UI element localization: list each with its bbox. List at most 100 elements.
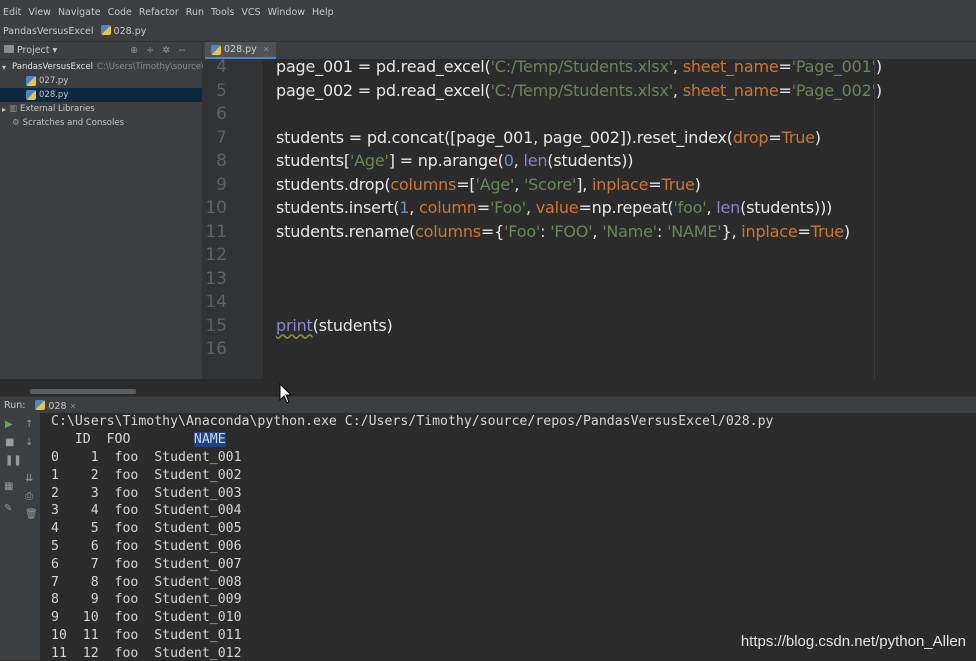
console-row: 1 2 foo Student_002 — [51, 467, 242, 483]
line-number: 9 — [216, 174, 227, 195]
code-token: 'Page_001' — [791, 57, 876, 76]
code-token: 'foo' — [673, 198, 707, 217]
tree-root-path: C:\Users\Timothy\source\ — [97, 62, 204, 72]
minimize-icon[interactable]: − — [178, 45, 194, 56]
arrow-up-icon[interactable]: ↑ — [25, 419, 33, 430]
run-config-tab[interactable]: 028 ✕ — [35, 399, 77, 412]
chevron-down-icon: ▾ — [2, 62, 7, 72]
tree-file-028[interactable]: 028.py — [0, 88, 202, 102]
library-icon: ▥ — [9, 104, 18, 114]
line-number: 11 — [205, 221, 227, 242]
nav-file-label: 028.py — [113, 26, 147, 37]
line-number-gutter: 4 5 6 7 8 9 10 11 12 13 14 15 16 — [203, 57, 263, 379]
menu-edit[interactable]: Edit — [0, 7, 24, 18]
code-line: page_002 = pd.read_excel('C:/Temp/Studen… — [276, 81, 882, 100]
code-token: , — [672, 57, 683, 76]
line-number: 7 — [216, 127, 227, 148]
tree-scratches[interactable]: ⚙ Scratches and Consoles — [0, 116, 202, 130]
code-token: =np.repeat( — [578, 198, 674, 217]
menu-tools[interactable]: Tools — [208, 7, 237, 18]
code-token: 'FOO' — [550, 221, 593, 241]
menu-vcs[interactable]: VCS — [238, 7, 263, 18]
line-number: 6 — [216, 104, 227, 124]
code-token: columns — [415, 221, 481, 241]
code-token: page_001 = pd.read_excel( — [276, 57, 491, 76]
python-file-icon — [35, 399, 46, 410]
menu-help[interactable]: Help — [309, 7, 337, 18]
code-token: , — [514, 174, 524, 194]
code-token: students.rename( — [276, 221, 416, 241]
code-line: students.drop(columns=['Age', 'Score'], … — [276, 175, 701, 194]
target-icon[interactable]: ⊕ — [130, 45, 146, 56]
code-token: print — [276, 315, 313, 335]
tree-external-libraries[interactable]: ▸ ▥ External Libraries — [0, 102, 202, 116]
project-panel: Project ▾ ⊕÷✲− ▾ PandasVersusExcel C:\Us… — [0, 42, 204, 396]
play-icon[interactable]: ▶ — [5, 419, 13, 430]
code-token: students = pd.concat([page_001, page_002… — [276, 127, 733, 147]
code-token: ] = np.arange( — [388, 151, 504, 170]
python-file-icon — [26, 76, 36, 86]
console-header-columns: ID FOO — [51, 432, 194, 447]
code-token: , — [513, 151, 524, 170]
tree-file-027[interactable]: 027.py — [0, 74, 202, 88]
code-token: 'Name' — [602, 221, 657, 241]
code-token: ) — [875, 80, 882, 100]
console-row: 8 9 foo Student_009 — [51, 592, 242, 608]
code-token: 'NAME' — [667, 221, 722, 241]
code-token: (students)) — [547, 151, 634, 170]
code-token: = — [797, 221, 811, 241]
close-icon[interactable]: ✕ — [70, 402, 77, 411]
run-console[interactable]: C:\Users\Timothy\Anaconda\python.exe C:/… — [40, 413, 976, 661]
soft-wrap-icon[interactable]: ⇊ — [25, 473, 33, 484]
collapse-icon[interactable]: ÷ — [146, 45, 162, 56]
line-number: 15 — [205, 315, 227, 336]
stop-icon[interactable]: ■ — [5, 437, 14, 448]
code-token: = — [476, 198, 490, 217]
code-editor[interactable]: page_001 = pd.read_excel('C:/Temp/Studen… — [264, 57, 976, 379]
code-token: = — [768, 127, 782, 147]
menu-run[interactable]: Run — [183, 7, 207, 18]
menu-window[interactable]: Window — [265, 7, 308, 18]
horizontal-scrollbar[interactable] — [30, 389, 136, 394]
menu-navigate[interactable]: Navigate — [55, 7, 104, 18]
close-icon[interactable]: ✕ — [263, 45, 270, 54]
line-number: 10 — [205, 198, 227, 218]
trash-icon[interactable]: 🗑 — [25, 509, 38, 520]
code-token: = — [778, 57, 792, 76]
menu-code[interactable]: Code — [105, 7, 135, 18]
console-header-name-selected: NAME — [193, 432, 226, 447]
code-token: inplace — [741, 221, 798, 241]
tree-external-label: External Libraries — [20, 104, 95, 114]
pin-icon[interactable]: ✎ — [4, 503, 12, 514]
pause-icon[interactable]: ❚❚ — [5, 455, 22, 466]
run-toolbar: ▶ ↑ ■ ↓ ❚❚ ⇊ ▦ ⎙ ✎ 🗑 — [0, 413, 40, 660]
code-line: students.insert(1, column='Foo', value=n… — [276, 198, 832, 217]
console-row: 5 6 foo Student_006 — [51, 539, 242, 554]
layout-icon[interactable]: ▦ — [4, 481, 13, 492]
code-token: , — [592, 221, 603, 241]
code-token: ) — [814, 127, 821, 147]
console-row: 10 11 foo Student_011 — [51, 628, 242, 643]
project-panel-header: Project ▾ ⊕÷✲− — [0, 42, 202, 60]
code-token: columns — [390, 174, 457, 194]
code-token: 'Page_002' — [791, 80, 876, 100]
code-token: page_002 = pd.read_excel( — [276, 80, 491, 100]
code-token: 'Foo' — [489, 198, 526, 217]
project-header-label: Project — [17, 45, 50, 56]
nav-project[interactable]: PandasVersusExcel — [0, 26, 98, 37]
menu-refactor[interactable]: Refactor — [136, 7, 182, 18]
arrow-down-icon[interactable]: ↓ — [25, 437, 33, 448]
code-token: (students) — [312, 315, 393, 335]
code-token: sheet_name — [682, 80, 779, 100]
gear-icon[interactable]: ✲ — [162, 45, 178, 56]
tree-scratches-label: Scratches and Consoles — [22, 118, 125, 128]
print-icon[interactable]: ⎙ — [25, 491, 33, 502]
code-token: : — [657, 221, 668, 241]
project-view-dropdown[interactable]: Project ▾ — [4, 45, 57, 56]
code-token: =[ — [456, 174, 476, 194]
right-margin-guide — [874, 59, 875, 379]
menu-view[interactable]: View — [25, 7, 54, 18]
tree-root[interactable]: ▾ PandasVersusExcel C:\Users\Timothy\sou… — [0, 60, 204, 74]
nav-file[interactable]: 028.py — [98, 25, 151, 37]
line-number: 16 — [205, 339, 227, 359]
